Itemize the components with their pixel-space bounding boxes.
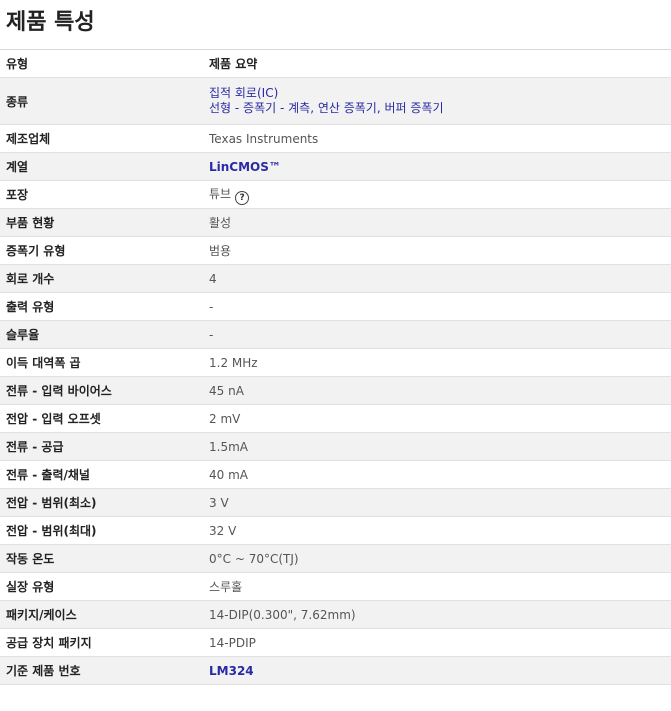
row-label: 포장 bbox=[0, 180, 203, 209]
product-attributes-table: 유형 제품 요약 종류 집적 회로(IC) 선형 - 증폭기 - 계측, 연산 … bbox=[0, 49, 671, 685]
series-link[interactable]: LinCMOS™ bbox=[209, 160, 281, 174]
row-label: 종류 bbox=[0, 77, 203, 125]
row-label: 증폭기 유형 bbox=[0, 236, 203, 265]
row-label: 전압 - 범위(최대) bbox=[0, 516, 203, 545]
row-label: 전압 - 범위(최소) bbox=[0, 488, 203, 517]
table-row-base-part-number: 기준 제품 번호 LM324 bbox=[0, 656, 671, 685]
table-row-manufacturer: 제조업체 Texas Instruments bbox=[0, 124, 671, 153]
row-label: 공급 장치 패키지 bbox=[0, 628, 203, 657]
row-label: 전류 - 출력/채널 bbox=[0, 460, 203, 489]
table-row-input-offset-voltage: 전압 - 입력 오프셋 2 mV bbox=[0, 404, 671, 433]
row-value: - bbox=[203, 320, 671, 349]
row-value: - bbox=[203, 292, 671, 321]
table-row-amplifier-type: 증폭기 유형 범용 bbox=[0, 236, 671, 265]
row-label: 작동 온도 bbox=[0, 544, 203, 573]
table-row-input-bias-current: 전류 - 입력 바이어스 45 nA bbox=[0, 376, 671, 405]
table-row-packaging: 포장 튜브? bbox=[0, 180, 671, 209]
row-value: 2 mV bbox=[203, 404, 671, 433]
row-value: 4 bbox=[203, 264, 671, 293]
row-value: 14-DIP(0.300", 7.62mm) bbox=[203, 600, 671, 629]
table-row-category: 종류 집적 회로(IC) 선형 - 증폭기 - 계측, 연산 증폭기, 버퍼 증… bbox=[0, 77, 671, 125]
row-value: 튜브? bbox=[203, 180, 671, 209]
table-row-package-case: 패키지/케이스 14-DIP(0.300", 7.62mm) bbox=[0, 600, 671, 629]
table-row-slew-rate: 슬루율 - bbox=[0, 320, 671, 349]
row-label: 제조업체 bbox=[0, 124, 203, 153]
page-title: 제품 특성 bbox=[6, 10, 95, 35]
category-link-linear-amplifiers[interactable]: 선형 - 증폭기 - 계측, 연산 증폭기, 버퍼 증폭기 bbox=[209, 101, 671, 116]
row-label: 부품 현황 bbox=[0, 208, 203, 237]
row-label: 전류 - 입력 바이어스 bbox=[0, 376, 203, 405]
row-label: 기준 제품 번호 bbox=[0, 656, 203, 685]
table-row-voltage-min: 전압 - 범위(최소) 3 V bbox=[0, 488, 671, 517]
row-label: 출력 유형 bbox=[0, 292, 203, 321]
row-value: 40 mA bbox=[203, 460, 671, 489]
row-value: LM324 bbox=[203, 656, 671, 685]
row-label: 회로 개수 bbox=[0, 264, 203, 293]
row-value: LinCMOS™ bbox=[203, 152, 671, 181]
table-row-output-current: 전류 - 출력/채널 40 mA bbox=[0, 460, 671, 489]
table-row-supply-current: 전류 - 공급 1.5mA bbox=[0, 432, 671, 461]
help-circle-icon[interactable]: ? bbox=[235, 190, 250, 205]
table-row-operating-temp: 작동 온도 0°C ~ 70°C(TJ) bbox=[0, 544, 671, 573]
row-value: Texas Instruments bbox=[203, 124, 671, 153]
table-row-voltage-max: 전압 - 범위(최대) 32 V bbox=[0, 516, 671, 545]
table-row-gain-bandwidth: 이득 대역폭 곱 1.2 MHz bbox=[0, 348, 671, 377]
header-summary-label: 제품 요약 bbox=[203, 49, 671, 78]
table-row-series: 계열 LinCMOS™ bbox=[0, 152, 671, 181]
table-row-supplier-package: 공급 장치 패키지 14-PDIP bbox=[0, 628, 671, 657]
row-value: 범용 bbox=[203, 236, 671, 265]
row-value: 14-PDIP bbox=[203, 628, 671, 657]
row-label: 패키지/케이스 bbox=[0, 600, 203, 629]
row-label: 전류 - 공급 bbox=[0, 432, 203, 461]
table-row-output-type: 출력 유형 - bbox=[0, 292, 671, 321]
header-type-label: 유형 bbox=[0, 49, 203, 78]
row-value: 3 V bbox=[203, 488, 671, 517]
row-value: 스루홀 bbox=[203, 572, 671, 601]
row-value: 집적 회로(IC) 선형 - 증폭기 - 계측, 연산 증폭기, 버퍼 증폭기 bbox=[203, 77, 671, 125]
row-value: 1.2 MHz bbox=[203, 348, 671, 377]
table-row-circuit-count: 회로 개수 4 bbox=[0, 264, 671, 293]
row-value: 32 V bbox=[203, 516, 671, 545]
table-row-part-status: 부품 현황 활성 bbox=[0, 208, 671, 237]
row-label: 슬루율 bbox=[0, 320, 203, 349]
row-label: 이득 대역폭 곱 bbox=[0, 348, 203, 377]
row-label: 전압 - 입력 오프셋 bbox=[0, 404, 203, 433]
row-value: 활성 bbox=[203, 208, 671, 237]
row-label: 실장 유형 bbox=[0, 572, 203, 601]
base-part-number-link[interactable]: LM324 bbox=[209, 664, 254, 678]
table-header-row: 유형 제품 요약 bbox=[0, 49, 671, 78]
packaging-value: 튜브 bbox=[209, 186, 232, 201]
table-row-mounting-type: 실장 유형 스루홀 bbox=[0, 572, 671, 601]
row-value: 1.5mA bbox=[203, 432, 671, 461]
row-label: 계열 bbox=[0, 152, 203, 181]
row-value: 0°C ~ 70°C(TJ) bbox=[203, 544, 671, 573]
row-value: 45 nA bbox=[203, 376, 671, 405]
category-link-ic[interactable]: 집적 회로(IC) bbox=[209, 86, 671, 101]
